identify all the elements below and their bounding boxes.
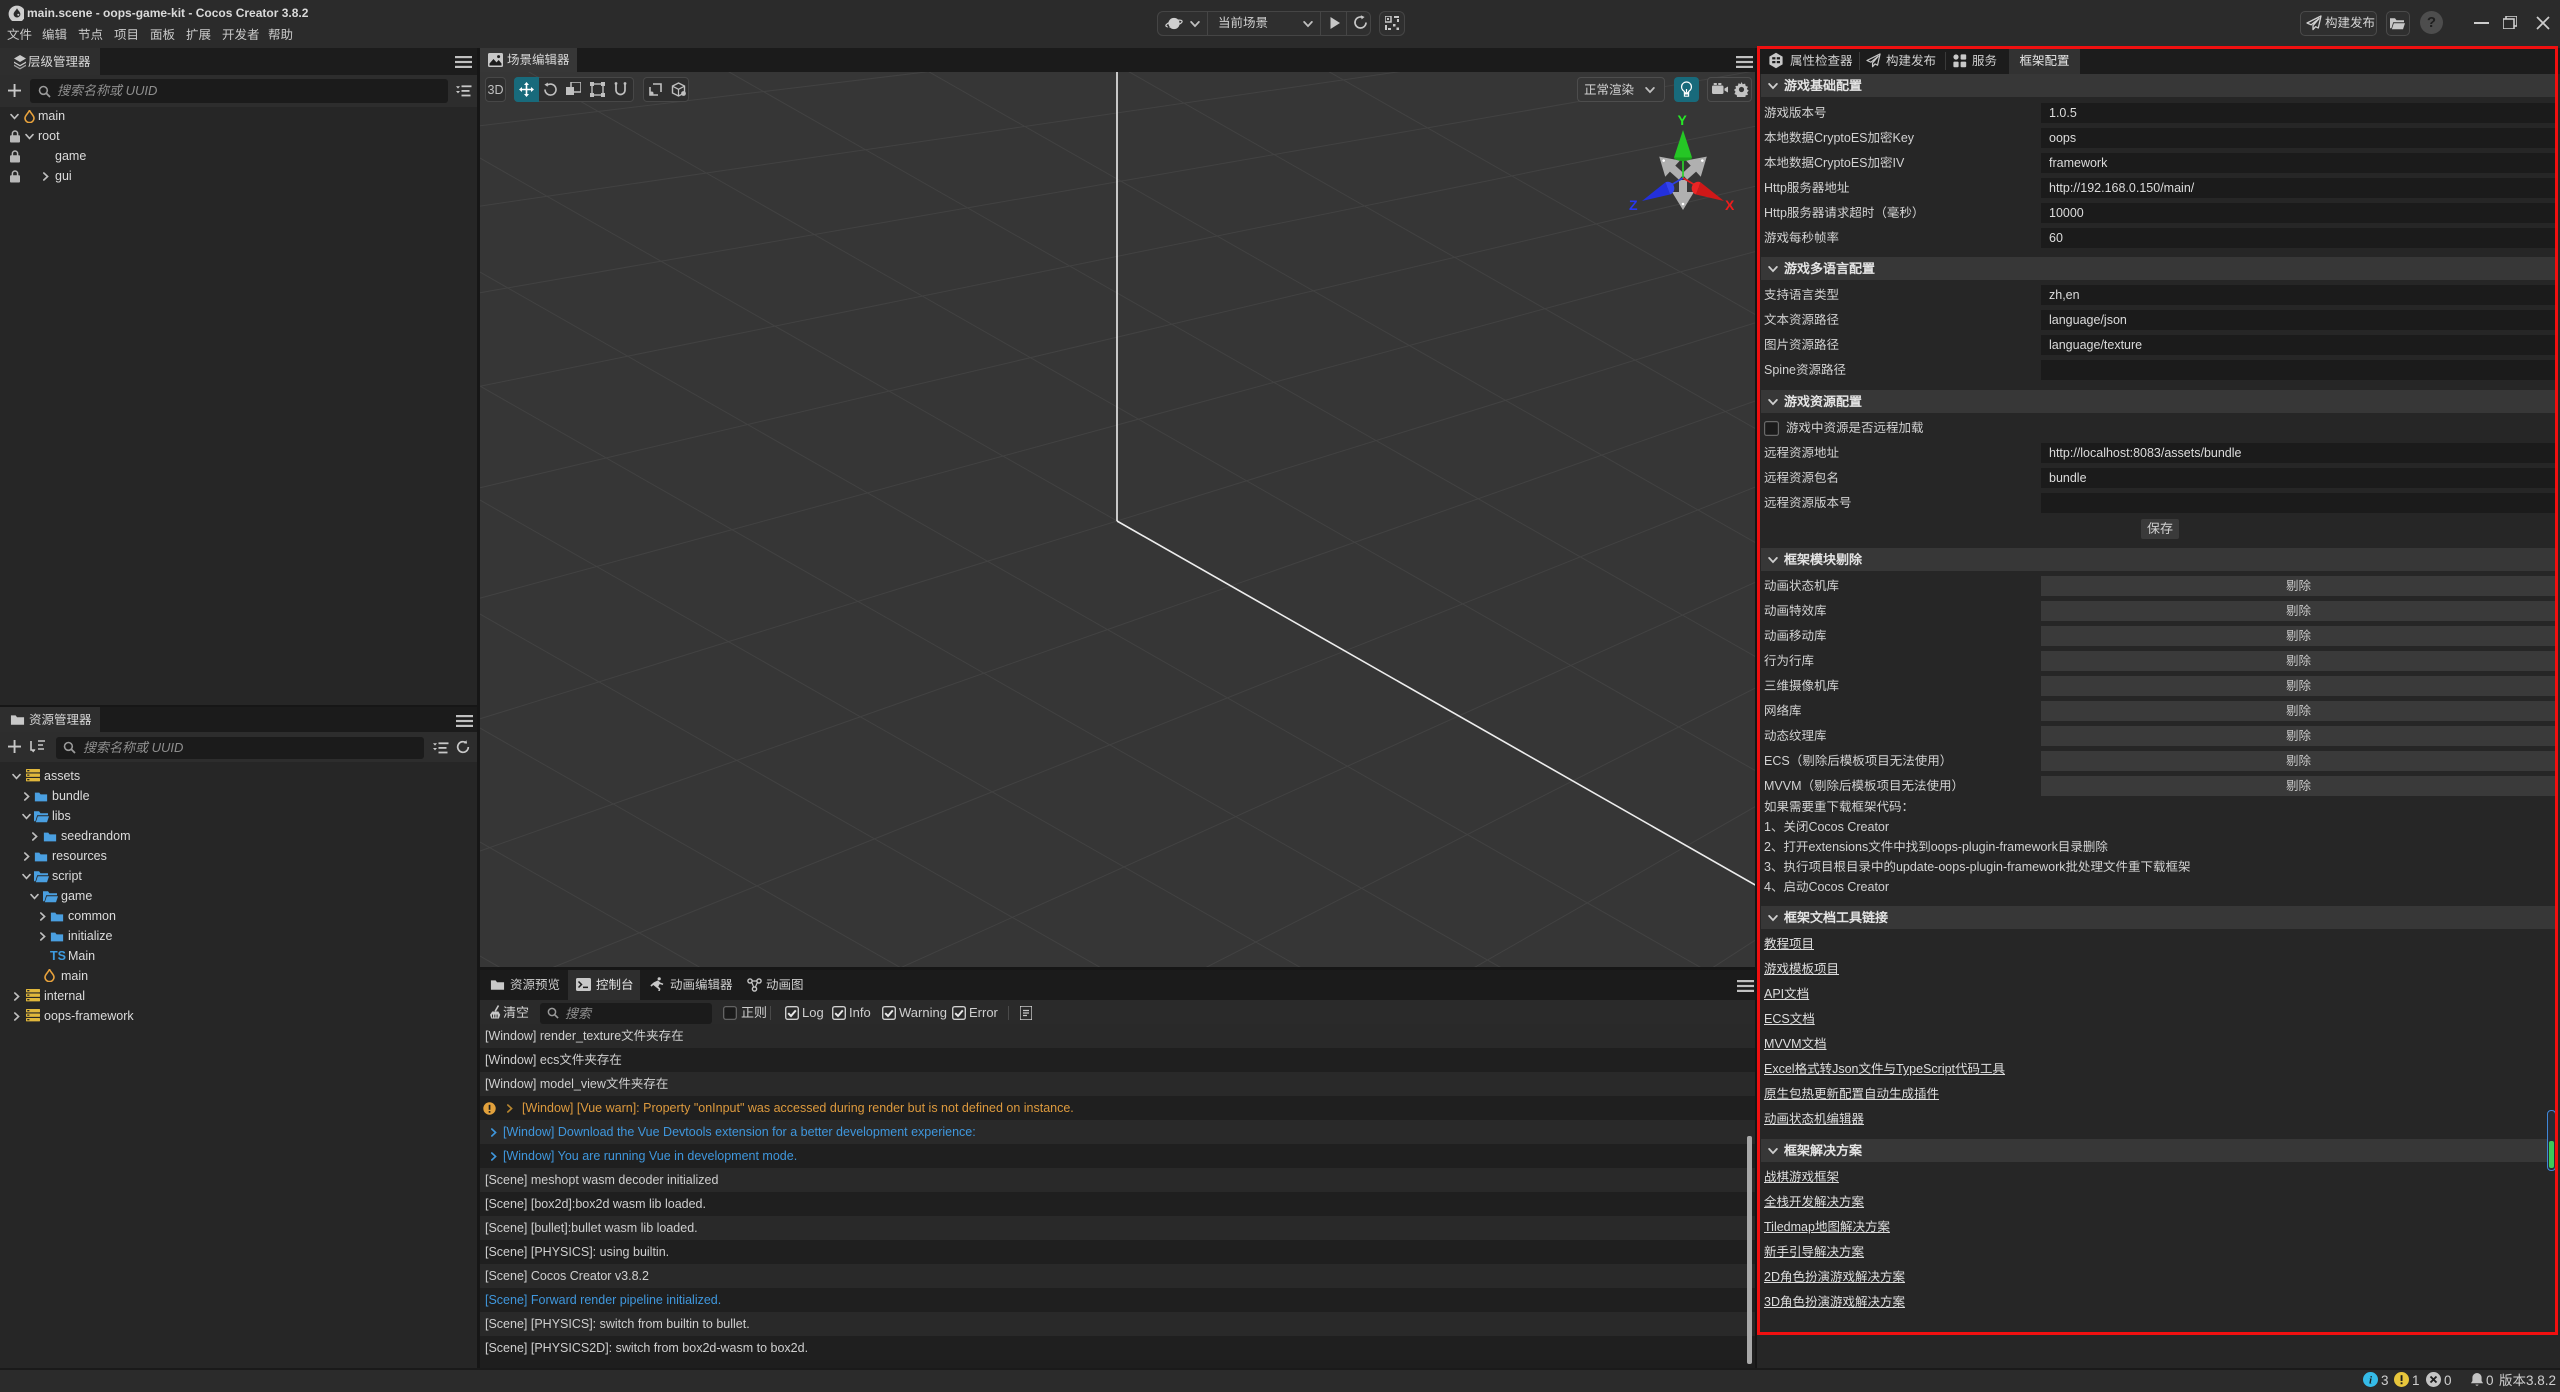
svg-text:X: X: [1725, 197, 1735, 213]
svg-text:Y: Y: [1678, 112, 1688, 128]
svg-text:Z: Z: [1629, 197, 1638, 213]
